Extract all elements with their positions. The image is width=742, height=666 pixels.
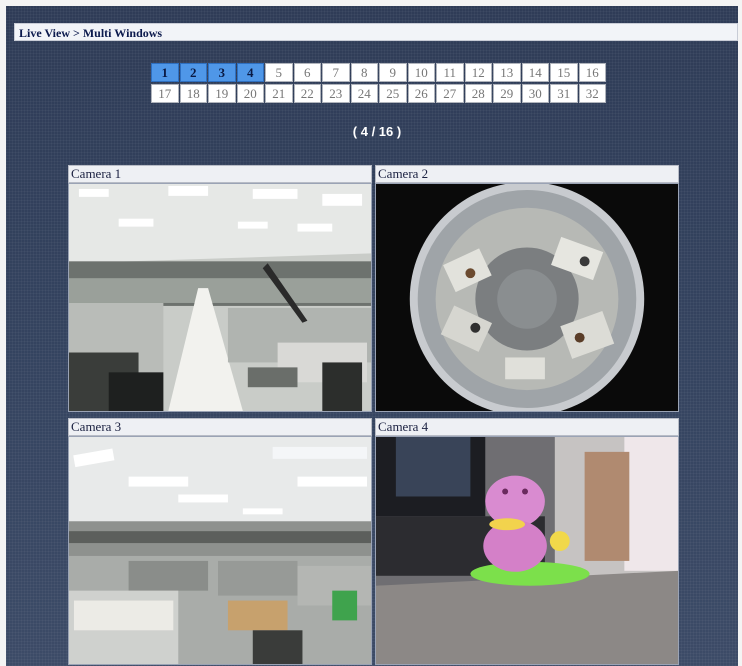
camera-feed-4[interactable] xyxy=(375,436,679,665)
page-button-31[interactable]: 31 xyxy=(550,84,578,103)
page-button-17[interactable]: 17 xyxy=(151,84,179,103)
breadcrumb: Live View > Multi Windows xyxy=(14,23,738,41)
camera-title: Camera 2 xyxy=(375,165,679,183)
page-count: ( 4 / 16 ) xyxy=(352,124,402,139)
camera-panel-1[interactable]: Camera 1 xyxy=(68,165,372,412)
page-button-15[interactable]: 15 xyxy=(550,63,578,82)
camera-title: Camera 1 xyxy=(68,165,372,183)
page-button-1[interactable]: 1 xyxy=(151,63,179,82)
office-room-view-image xyxy=(69,437,371,664)
office-wide-view-image xyxy=(69,184,371,411)
page-button-27[interactable]: 27 xyxy=(436,84,464,103)
camera-feed-1[interactable] xyxy=(68,183,372,412)
page-button-5[interactable]: 5 xyxy=(265,63,293,82)
page-button-21[interactable]: 21 xyxy=(265,84,293,103)
page-button-18[interactable]: 18 xyxy=(179,84,207,103)
page-button-8[interactable]: 8 xyxy=(350,63,378,82)
camera-grid: Camera 1 Camera 2 Camera 3 Camera 4 xyxy=(68,165,679,665)
page-button-12[interactable]: 12 xyxy=(464,63,492,82)
fisheye-view-image xyxy=(376,184,678,411)
page-button-29[interactable]: 29 xyxy=(493,84,521,103)
page-button-13[interactable]: 13 xyxy=(493,63,521,82)
page-button-4[interactable]: 4 xyxy=(236,63,264,82)
page-button-24[interactable]: 24 xyxy=(350,84,378,103)
page-button-9[interactable]: 9 xyxy=(379,63,407,82)
camera-panel-3[interactable]: Camera 3 xyxy=(68,418,372,665)
page-button-16[interactable]: 16 xyxy=(578,63,606,82)
desk-toy-view-image xyxy=(376,437,678,664)
page-button-3[interactable]: 3 xyxy=(208,63,236,82)
page-button-26[interactable]: 26 xyxy=(407,84,435,103)
camera-title: Camera 4 xyxy=(375,418,679,436)
page-selector: 1 2 3 4 5 6 7 8 9 10 11 12 13 14 15 16 17 18 19 20 21 22 23 24 2… xyxy=(151,63,606,103)
page-button-30[interactable]: 30 xyxy=(521,84,549,103)
page-button-7[interactable]: 7 xyxy=(322,63,350,82)
page-button-19[interactable]: 19 xyxy=(208,84,236,103)
page-button-32[interactable]: 32 xyxy=(578,84,606,103)
page-button-2[interactable]: 2 xyxy=(179,63,207,82)
page-button-28[interactable]: 28 xyxy=(464,84,492,103)
camera-feed-3[interactable] xyxy=(68,436,372,665)
camera-feed-2[interactable] xyxy=(375,183,679,412)
camera-panel-2[interactable]: Camera 2 xyxy=(375,165,679,412)
page-button-6[interactable]: 6 xyxy=(293,63,321,82)
page-button-10[interactable]: 10 xyxy=(407,63,435,82)
camera-title: Camera 3 xyxy=(68,418,372,436)
page-button-20[interactable]: 20 xyxy=(236,84,264,103)
page-button-14[interactable]: 14 xyxy=(521,63,549,82)
camera-panel-4[interactable]: Camera 4 xyxy=(375,418,679,665)
page-button-23[interactable]: 23 xyxy=(322,84,350,103)
page-button-22[interactable]: 22 xyxy=(293,84,321,103)
page-button-25[interactable]: 25 xyxy=(379,84,407,103)
page-button-11[interactable]: 11 xyxy=(436,63,464,82)
